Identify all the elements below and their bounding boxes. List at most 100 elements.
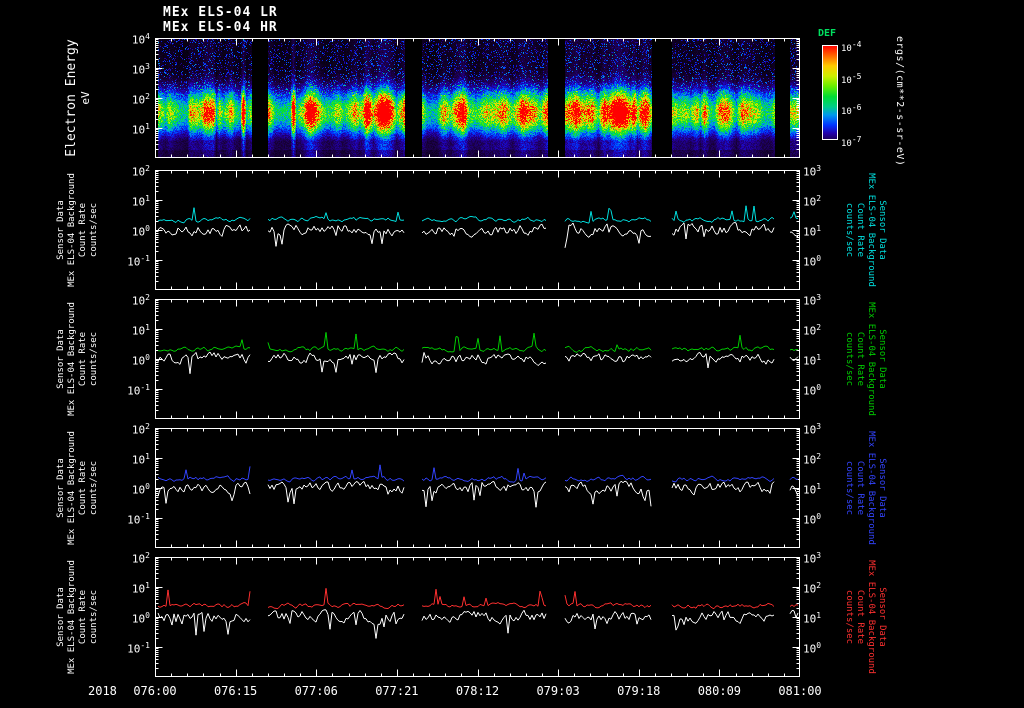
y-axis-tick-label: 101 (131, 323, 150, 338)
spectrogram-y-axis-label-line1: Electron Energy (64, 39, 79, 157)
x-axis-tick-label: 076:00 (133, 684, 177, 698)
mex-els-plot-window: MEx ELS-04 LR MEx ELS-04 HR Electron Ene… (0, 0, 1024, 708)
plot-title-hr: MEx ELS-04 HR (163, 20, 278, 35)
count-rate-panel-canvas-4 (155, 557, 800, 677)
axis-label-line: Sensor Data (877, 329, 887, 389)
y-axis-tick-label: 103 (803, 293, 822, 308)
count-rate-panel-canvas-2 (155, 299, 800, 419)
axis-label-line: MEx ELS-04 Background (67, 173, 77, 287)
y-axis-tick-label: 102 (803, 323, 822, 338)
y-axis-tick-label: 104 (131, 32, 150, 47)
x-axis-tick-label: 077:06 (294, 684, 338, 698)
colorbar-tick-label: 10-4 (841, 40, 862, 54)
y-axis-tick-label: 101 (131, 452, 150, 467)
axis-label-line: Count Rate (855, 202, 865, 258)
y-axis-tick-label: 102 (803, 581, 822, 596)
y-axis-tick-label: 102 (131, 551, 150, 566)
y-axis-tick-label: 103 (803, 422, 822, 437)
axis-label-line: Count Rate (78, 460, 88, 516)
axis-label-line: MEx ELS-04 Background (866, 173, 876, 287)
colorbar-tick-label: 10-7 (841, 135, 862, 150)
y-axis-tick-label: 103 (131, 62, 150, 77)
colorbar-tick-label: 10-5 (841, 71, 862, 86)
axis-label-line: counts/sec (844, 460, 854, 516)
y-axis-tick-label: 103 (803, 551, 822, 566)
y-axis-tick-label: 100 (803, 512, 822, 527)
axis-label-line: MEx ELS-04 Background (67, 560, 77, 674)
axis-label-line: MEx ELS-04 Background (866, 560, 876, 674)
colorbar-units-label: ergs/(cm**2-s-sr-eV) (894, 36, 905, 167)
axis-label-line: counts/sec (89, 460, 99, 516)
axis-label-line: MEx ELS-04 Background (866, 302, 876, 416)
axis-label-line: Count Rate (855, 589, 865, 645)
y-axis-tick-label: 102 (803, 194, 822, 209)
axis-label-line: counts/sec (844, 202, 854, 258)
y-axis-tick-label: 10-1 (127, 254, 150, 269)
y-axis-tick-label: 100 (131, 611, 150, 626)
panel-3-left-axis-label: Sensor Data MEx ELS-04 Background Count … (56, 413, 104, 563)
axis-label-line: counts/sec (89, 589, 99, 645)
axis-label-line: Count Rate (78, 202, 88, 258)
x-axis-year-label: 2018 (88, 684, 117, 698)
y-axis-tick-label: 100 (131, 482, 150, 497)
panel-2-left-axis-label: Sensor Data MEx ELS-04 Background Count … (56, 284, 104, 434)
y-axis-tick-label: 101 (803, 611, 822, 626)
x-axis-tick-label: 077:21 (375, 684, 419, 698)
axis-label-line: Count Rate (78, 331, 88, 387)
y-axis-tick-label: 100 (803, 641, 822, 656)
axis-label-line: counts/sec (89, 202, 99, 258)
axis-label-line: counts/sec (89, 331, 99, 387)
y-axis-tick-label: 100 (131, 224, 150, 239)
y-axis-tick-label: 103 (803, 164, 822, 179)
y-axis-tick-label: 101 (131, 194, 150, 209)
y-axis-tick-label: 102 (131, 92, 150, 107)
count-rate-panel-canvas-1 (155, 170, 800, 290)
panel-3-right-axis-label: Sensor Data MEx ELS-04 Background Count … (839, 413, 887, 563)
panel-1-right-axis-label: Sensor Data MEx ELS-04 Background Count … (839, 155, 887, 305)
axis-label-line: Count Rate (855, 460, 865, 516)
x-axis-tick-label: 076:15 (213, 684, 258, 698)
y-axis-tick-label: 100 (803, 254, 822, 269)
axis-label-line: Sensor Data (56, 587, 66, 647)
y-axis-tick-label: 101 (131, 122, 150, 137)
spectrogram-canvas (155, 38, 800, 158)
axis-label-line: Count Rate (855, 331, 865, 387)
axis-label-line: Count Rate (78, 589, 88, 645)
y-axis-tick-label: 100 (803, 383, 822, 398)
panel-4-right-axis-label: Sensor Data MEx ELS-04 Background Count … (839, 542, 887, 692)
y-axis-tick-label: 101 (803, 353, 822, 368)
axis-label-line: MEx ELS-04 Background (67, 302, 77, 416)
colorbar-title: DEF (818, 28, 837, 39)
y-axis-tick-label: 101 (803, 482, 822, 497)
axis-label-line: counts/sec (844, 589, 854, 645)
axis-label-line: counts/sec (844, 331, 854, 387)
y-axis-tick-label: 101 (131, 581, 150, 596)
y-axis-tick-label: 10-1 (127, 641, 150, 656)
y-axis-tick-label: 10-1 (127, 512, 150, 527)
axis-label-line: MEx ELS-04 Background (67, 431, 77, 545)
colorbar-tick-label: 10-6 (841, 103, 862, 118)
y-axis-tick-label: 100 (131, 353, 150, 368)
axis-label-line: MEx ELS-04 Background (866, 431, 876, 545)
x-axis-tick-label: 079:03 (536, 684, 580, 698)
axis-label-line: Sensor Data (56, 329, 66, 389)
axis-label-line: Sensor Data (877, 200, 887, 260)
x-axis-tick-label: 079:18 (617, 684, 661, 698)
y-axis-tick-label: 102 (131, 293, 150, 308)
y-axis-tick-label: 102 (131, 422, 150, 437)
panel-1-left-axis-label: Sensor Data MEx ELS-04 Background Count … (56, 155, 104, 305)
y-axis-tick-label: 102 (803, 452, 822, 467)
plot-title-lr: MEx ELS-04 LR (163, 5, 278, 20)
count-rate-panel-canvas-3 (155, 428, 800, 548)
axis-label-line: Sensor Data (877, 587, 887, 647)
panel-4-left-axis-label: Sensor Data MEx ELS-04 Background Count … (56, 542, 104, 692)
panel-2-right-axis-label: Sensor Data MEx ELS-04 Background Count … (839, 284, 887, 434)
axis-label-line: Sensor Data (56, 200, 66, 260)
colorbar (822, 45, 838, 140)
y-axis-tick-label: 102 (131, 164, 150, 179)
y-axis-tick-label: 101 (803, 224, 822, 239)
x-axis-tick-label: 080:09 (697, 684, 742, 698)
axis-label-line: Sensor Data (877, 458, 887, 518)
spectrogram-y-axis-label: Electron Energy eV (64, 18, 95, 178)
x-axis-tick-label: 078:12 (455, 684, 500, 698)
